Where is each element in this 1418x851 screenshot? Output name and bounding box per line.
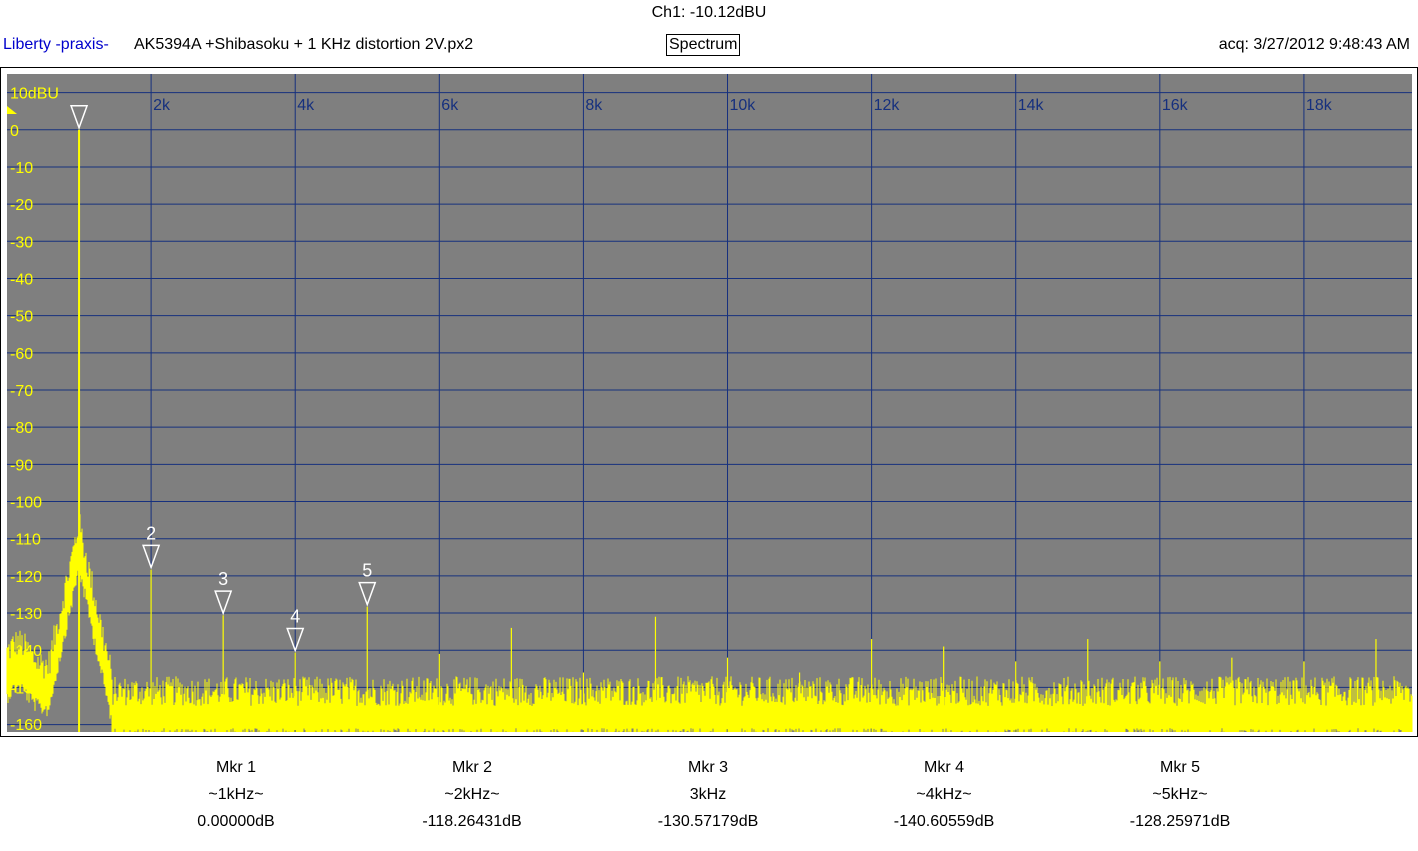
y-tick-label: -70 [10,383,33,400]
x-tick-label: 4k [297,97,315,114]
view-mode-button[interactable]: Spectrum [666,34,741,56]
marker-label: 4 [290,606,300,626]
marker-readout-4: Mkr 4 ~4kHz~ -140.60559dB [834,754,1054,835]
y-tick-label: -20 [10,197,33,214]
y-tick-label: -30 [10,234,33,251]
file-title: AK5394A +Shibasoku + 1 KHz distortion 2V… [134,36,474,53]
marker-readout-2: Mkr 2 ~2kHz~ -118.26431dB [362,754,582,835]
x-tick-label: 12k [874,97,901,114]
y-tick-label: 0 [10,123,19,140]
marker-label: 2 [146,523,156,543]
spectrum-plot[interactable]: 2k 4k 6k 8k 10k 12k 14k 16k 18k 10dBU 0 -10 -20 -30 -4… [1,68,1417,736]
y-tick-label: -50 [10,309,33,326]
marker-readout-value: -118.26431dB [422,813,522,830]
x-tick-label: 8k [585,97,603,114]
y-tick-label: -100 [10,495,42,512]
plot-frame: 2k 4k 6k 8k 10k 12k 14k 16k 18k 10dBU 0 -10 -20 -30 -4… [0,67,1418,737]
marker-readout-label: Mkr 4 [924,759,964,776]
x-tick-label: 10k [730,97,757,114]
x-tick-label: 16k [1162,97,1189,114]
marker-readout-freq: ~2kHz~ [444,786,500,803]
marker-readout-freq: ~5kHz~ [1152,786,1208,803]
marker-readout-freq: ~1kHz~ [208,786,264,803]
plot-background [7,74,1412,732]
marker-readout-freq: 3kHz [689,786,727,803]
marker-readout-1: Mkr 1 ~1kHz~ 0.00000dB [126,754,346,835]
x-tick-label: 2k [153,97,171,114]
marker-readout-3: Mkr 3 3kHz -130.57179dB [598,754,818,835]
marker-readout-label: Mkr 2 [452,759,492,776]
y-tick-label: -60 [10,346,33,363]
x-tick-label: 6k [441,97,459,114]
marker-readout-freq: ~4kHz~ [916,786,972,803]
marker-readout-label: Mkr 1 [216,759,256,776]
y-tick-label: -10 [10,160,33,177]
marker-readout-value: -140.60559dB [893,813,995,830]
y-tick-label: -90 [10,457,33,474]
y-tick-label: -80 [10,420,33,437]
acquisition-timestamp: acq: 3/27/2012 9:48:43 AM [1218,36,1410,53]
marker-label: 3 [218,569,228,589]
x-tick-label: 18k [1306,97,1333,114]
y-tick-label: 10dBU [10,86,59,103]
marker-label: 5 [362,561,372,581]
marker-readout-5: Mkr 5 ~5kHz~ -128.25971dB [1070,754,1290,835]
y-tick-label: -110 [10,532,41,549]
y-tick-label: -160 [10,717,42,734]
y-tick-label: -130 [10,606,42,623]
y-tick-label: -40 [10,271,33,288]
marker-readout-label: Mkr 3 [688,759,728,776]
marker-readout-value: 0.00000dB [197,813,275,830]
y-tick-label: -120 [10,569,42,586]
marker-readout-label: Mkr 5 [1160,759,1200,776]
brand-label: Liberty -praxis- [3,36,109,53]
marker-readout-value: -130.57179dB [657,813,759,830]
channel-readout: Ch1: -10.12dBU [651,4,767,21]
marker-readout-value: -128.25971dB [1129,813,1231,830]
x-tick-label: 14k [1018,97,1045,114]
